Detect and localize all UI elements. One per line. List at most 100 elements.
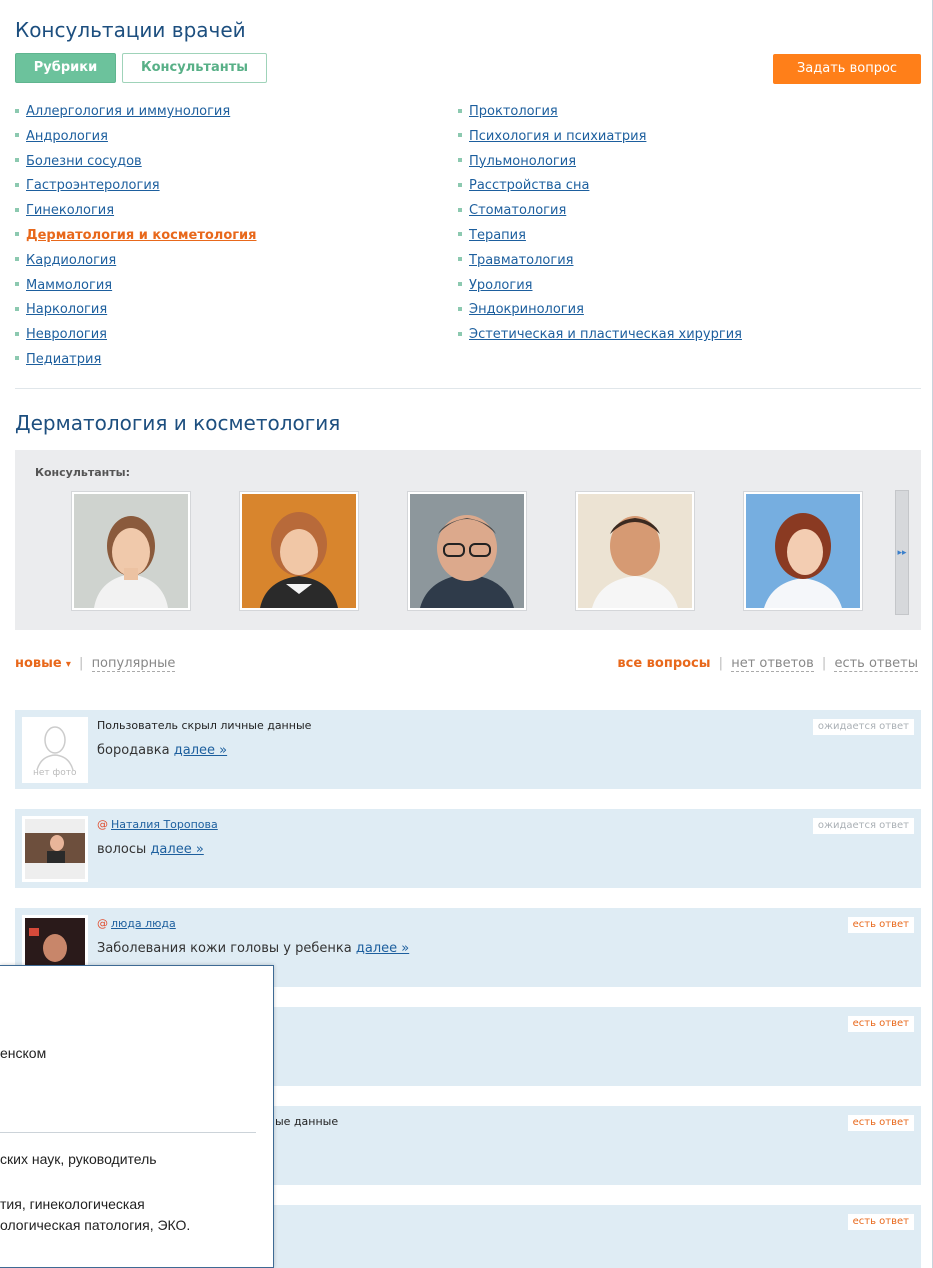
avatar[interactable]	[22, 816, 88, 882]
question-title: бородавка	[97, 743, 170, 758]
consultant-tooltip: енском ских наук, руководитель тия, гине…	[0, 965, 274, 1268]
question-text: Заболевания кожи головы у ребенка далее …	[97, 941, 409, 956]
category-link[interactable]: Андрология	[26, 129, 108, 144]
category-link[interactable]: Наркология	[26, 302, 107, 317]
question-title: волосы	[97, 842, 147, 857]
bullet-icon	[15, 158, 19, 163]
category-link[interactable]: Маммология	[26, 278, 112, 293]
tab-rubrics[interactable]: Рубрики	[15, 53, 116, 83]
question-author: Пользователь скрыл личные данные	[97, 719, 312, 732]
category-item: Маммология	[15, 276, 257, 301]
category-link[interactable]: Пульмонология	[469, 154, 576, 169]
category-item: Психология и психиатрия	[458, 127, 742, 152]
category-link[interactable]: Психология и психиатрия	[469, 129, 646, 144]
consultant-photo[interactable]	[575, 491, 695, 611]
consultant-photo[interactable]	[743, 491, 863, 611]
bullet-icon	[458, 306, 462, 311]
page-frame: Консультации врачей Рубрики Консультанты…	[0, 0, 933, 1268]
category-item: Пульмонология	[458, 152, 742, 177]
category-link[interactable]: Эндокринология	[469, 302, 584, 317]
category-link[interactable]: Терапия	[469, 228, 526, 243]
category-link[interactable]: Стоматология	[469, 203, 566, 218]
bullet-icon	[15, 182, 19, 187]
avatar-woman-icon	[74, 494, 188, 608]
category-item-active: Дерматология и косметология	[15, 226, 257, 251]
question-text: волосы далее »	[97, 842, 204, 857]
filter-no-answers[interactable]: нет ответов	[731, 656, 814, 672]
category-item: Травматология	[458, 251, 742, 276]
at-icon: @	[97, 818, 108, 831]
category-link[interactable]: Расстройства сна	[469, 178, 589, 193]
category-item: Расстройства сна	[458, 176, 742, 201]
tooltip-line: тия, гинекологическая	[0, 1196, 145, 1212]
page-title: Консультации врачей	[15, 18, 246, 42]
filter-all[interactable]: все вопросы	[617, 656, 710, 671]
category-item: Гастроэнтерология	[15, 176, 257, 201]
category-item: Аллергология и иммунология	[15, 102, 257, 127]
question-author: @ Наталия Торопова	[97, 818, 218, 831]
avatar-man-icon	[578, 494, 692, 608]
bullet-icon	[15, 282, 19, 287]
category-link[interactable]: Гастроэнтерология	[26, 178, 160, 193]
status-badge: есть ответ	[847, 917, 914, 933]
question-item: нет фото Пользователь скрыл личные данны…	[15, 710, 921, 789]
category-item: Эндокринология	[458, 300, 742, 325]
more-link[interactable]: далее »	[150, 842, 203, 857]
category-link[interactable]: Проктология	[469, 104, 558, 119]
ask-question-button[interactable]: Задать вопрос	[773, 54, 921, 84]
category-link[interactable]: Гинекология	[26, 203, 114, 218]
category-link[interactable]: Аллергология и иммунология	[26, 104, 230, 119]
author-link[interactable]: люда люда	[111, 917, 176, 930]
bullet-icon	[15, 133, 19, 138]
filter-has-answers[interactable]: есть ответы	[834, 656, 918, 672]
category-item: Терапия	[458, 226, 742, 251]
more-link[interactable]: далее »	[174, 743, 227, 758]
category-link[interactable]: Неврология	[26, 327, 107, 342]
consultants-label: Консультанты:	[35, 466, 130, 479]
category-item: Урология	[458, 276, 742, 301]
tooltip-line: ских наук, руководитель	[0, 1151, 157, 1167]
status-badge: есть ответ	[847, 1115, 914, 1131]
tab-consultants[interactable]: Консультанты	[122, 53, 267, 83]
bullet-icon	[458, 108, 462, 113]
bullet-icon	[15, 356, 19, 361]
chevron-down-icon[interactable]: ▾	[66, 659, 71, 670]
category-link[interactable]: Болезни сосудов	[26, 154, 142, 169]
at-icon: @	[97, 917, 108, 930]
question-title: Заболевания кожи головы у ребенка	[97, 941, 352, 956]
sort-new[interactable]: новые	[15, 656, 62, 671]
category-link[interactable]: Эстетическая и пластическая хирургия	[469, 327, 742, 342]
sort-popular[interactable]: популярные	[91, 656, 176, 672]
more-link[interactable]: далее »	[356, 941, 409, 956]
category-list-left: Аллергология и иммунология Андрология Бо…	[15, 102, 257, 375]
filter-tabs: все вопросы | нет ответов | есть ответы	[617, 656, 918, 672]
tooltip-divider	[0, 1132, 256, 1133]
separator: |	[79, 656, 84, 671]
question-author: @ люда люда	[97, 917, 176, 930]
author-link[interactable]: Наталия Торопова	[111, 818, 218, 831]
bullet-icon	[458, 282, 462, 287]
category-item: Гинекология	[15, 201, 257, 226]
bullet-icon	[458, 182, 462, 187]
consultant-photo[interactable]	[407, 491, 527, 611]
avatar: нет фото	[22, 717, 88, 783]
avatar-woman-icon	[746, 494, 860, 608]
category-link-active[interactable]: Дерматология и косметология	[26, 228, 257, 243]
category-link[interactable]: Педиатрия	[26, 352, 101, 367]
user-photo-icon	[25, 833, 85, 863]
section-divider	[15, 388, 921, 389]
category-link[interactable]: Урология	[469, 278, 533, 293]
sort-tabs: новые ▾ | популярные	[15, 656, 176, 672]
bullet-icon	[15, 108, 19, 113]
category-item: Проктология	[458, 102, 742, 127]
category-link[interactable]: Кардиология	[26, 253, 116, 268]
consultant-photo[interactable]	[71, 491, 191, 611]
category-item: Неврология	[15, 325, 257, 350]
no-photo-label: нет фото	[33, 768, 77, 778]
carousel-next-arrow-icon[interactable]: ▸▸	[895, 490, 909, 615]
bullet-icon	[15, 331, 19, 336]
consultant-photo[interactable]	[239, 491, 359, 611]
consultants-carousel: Консультанты: ▸▸	[15, 450, 921, 630]
bullet-icon	[458, 207, 462, 212]
category-link[interactable]: Травматология	[469, 253, 573, 268]
